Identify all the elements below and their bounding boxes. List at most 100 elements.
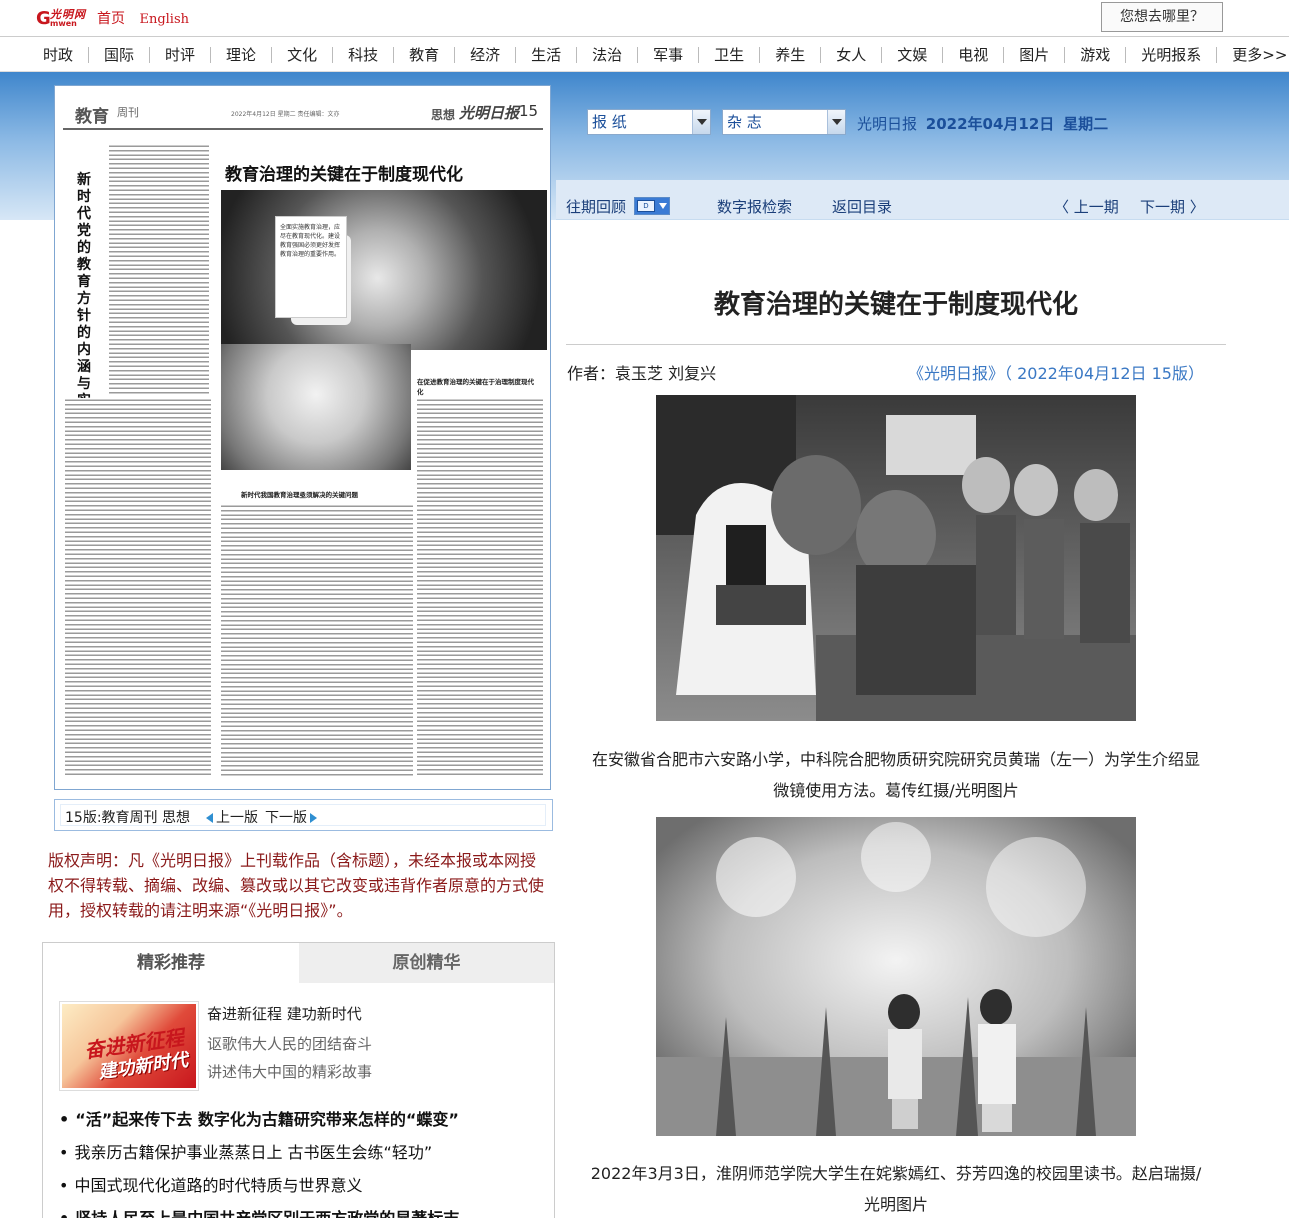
calendar-button[interactable]: D (634, 197, 670, 215)
page-navigator: 15版:教育周刊 思想 上一版 下一版 (54, 799, 553, 831)
page-meta: 2022年4月12日 星期二 责任编辑：文亦 (231, 111, 340, 118)
list-item[interactable]: 坚持人民至上是中国共产党区别于西方政党的显著标志 (59, 1202, 459, 1218)
channel-nav-list: 时政 国际 时评 理论 文化 科技 教育 经济 生活 法治 军事 卫生 养生 女人 文娱 电视 图片 游戏 光明报系… (28, 37, 1289, 73)
back-to-index-link[interactable]: 返回目录 (832, 196, 892, 217)
nav-item[interactable]: 更多>> (1216, 47, 1289, 63)
article-author: 作者：袁玉芝 刘复兴 (567, 364, 717, 383)
nav-item[interactable]: 经济 (454, 47, 515, 63)
calendar-icon: D (637, 200, 655, 212)
feature-thumbnail[interactable]: 奋进新征程 建功新时代 (59, 1001, 199, 1091)
next-issue-link[interactable]: 下一期 〉 (1140, 196, 1205, 217)
photo-microscope (656, 395, 1136, 721)
nav-item[interactable]: 军事 (637, 47, 698, 63)
current-page-label: 15版:教育周刊 思想 (65, 810, 190, 826)
digital-search-link[interactable]: 数字报检索 (717, 196, 792, 217)
nav-item[interactable]: 电视 (942, 47, 1003, 63)
page-weekly: 周刊 (117, 106, 139, 119)
nav-item[interactable]: 科技 (332, 47, 393, 63)
sub-headline-2: 新时代我国教育治理亟须解决的关键问题 (241, 491, 358, 499)
nav-item[interactable]: 生活 (515, 47, 576, 63)
tab-original[interactable]: 原创精华 (299, 943, 554, 983)
prev-page-link[interactable]: 上一版 (203, 807, 258, 827)
issue-date: 2022年04月12日 (925, 115, 1055, 133)
gmw-logo[interactable]: G 光明网 mwen (36, 6, 90, 30)
article-title: 教育治理的关键在于制度现代化 (713, 290, 1078, 320)
home-link[interactable]: 首页 (97, 11, 125, 27)
issue-weekday: 星期二 (1063, 115, 1109, 133)
newspaper-select-value: 报 纸 (592, 113, 627, 131)
nav-item[interactable]: 文娱 (881, 47, 942, 63)
nav-item[interactable]: 法治 (576, 47, 637, 63)
next-page-link[interactable]: 下一版 (265, 807, 320, 827)
prev-issue-label: 上一期 (1073, 198, 1119, 216)
photo-caption-1: 在安徽省合肥市六安路小学，中科院合肥物质研究院研究员黄瑞（左一）为学生介绍显微镜… (591, 750, 1200, 800)
nav-item[interactable]: 教育 (393, 47, 454, 63)
next-issue-label: 下一期 (1140, 198, 1186, 216)
issue-date-info: 光明日报 2022年04月12日 星期二 (857, 113, 1108, 134)
nav-item[interactable]: 国际 (88, 47, 149, 63)
article-source[interactable]: 《光明日报》（ 2022年04月12日 15版） (908, 360, 1204, 384)
prev-page-label: 上一版 (216, 810, 258, 826)
list-item[interactable]: 中国式现代化道路的时代特质与世界意义 (59, 1169, 459, 1202)
page-name: 思想 (431, 108, 456, 122)
recommend-list: “活”起来传下去 数字化为古籍研究带来怎样的“蝶变” 我亲历古籍保护事业蒸蒸日上… (59, 1103, 459, 1218)
magazine-select-value: 杂 志 (727, 113, 762, 131)
nav-item[interactable]: 卫生 (698, 47, 759, 63)
page-number: 15 (519, 102, 539, 120)
tab-featured[interactable]: 精彩推荐 (43, 943, 299, 983)
chevron-down-icon (659, 203, 667, 209)
top-links: 首页 English (97, 8, 199, 28)
nav-item[interactable]: 时政 (28, 47, 88, 63)
feature-subtitle-1[interactable]: 讴歌伟大人民的团结奋斗 (207, 1033, 372, 1054)
sub-headline-1: 在促进教育治理的关键在于治理制度现代化 (417, 378, 534, 396)
newspaper-page-thumbnail[interactable]: 教育 周刊 2022年4月12日 星期二 责任编辑：文亦 思想 光明日报 15 … (54, 85, 551, 790)
feature-subtitle-2[interactable]: 讲述伟大中国的精彩故事 (207, 1061, 372, 1082)
nav-item[interactable]: 养生 (759, 47, 820, 63)
chevron-down-icon (827, 110, 845, 134)
list-item[interactable]: “活”起来传下去 数字化为古籍研究带来怎样的“蝶变” (59, 1103, 459, 1136)
recommend-tabs: 精彩推荐 原创精华 (43, 943, 554, 983)
where-to-go-button[interactable]: 您想去哪里？ (1101, 2, 1223, 32)
photo-microscope-graphic (656, 395, 1136, 721)
list-item[interactable]: 我亲历古籍保护事业蒸蒸日上 古书医生会练“轻功” (59, 1136, 459, 1169)
divider (566, 344, 1226, 345)
chevron-right-icon: 〉 (1185, 198, 1205, 216)
nav-item[interactable]: 文化 (271, 47, 332, 63)
text-column (65, 398, 211, 778)
photo-caption-2: 2022年3月3日，淮阴师范学院大学生在姹紫嫣红、芬芳四逸的校园里读书。赵启瑞摄… (590, 1164, 1202, 1214)
paper-name: 光明日报 (857, 115, 918, 133)
nav-item[interactable]: 理论 (210, 47, 271, 63)
newspaper-select[interactable]: 报 纸 (587, 109, 711, 135)
photo-blossoms-graphic (656, 817, 1136, 1136)
main-headline[interactable]: 教育治理的关键在于制度现代化 (225, 160, 463, 185)
channel-nav: 时政 国际 时评 理论 文化 科技 教育 经济 生活 法治 军事 卫生 养生 女人 文娱 电视 图片 游戏 光明报系… (0, 36, 1289, 72)
past-issues-link[interactable]: 往期回顾 (566, 196, 626, 217)
page-section: 教育 (75, 107, 109, 127)
text-column (417, 398, 543, 778)
thumbnail-photo-microscope (221, 190, 547, 350)
chevron-left-icon: 〈 (1054, 198, 1074, 216)
next-page-label: 下一版 (265, 810, 307, 826)
top-bar: G 光明网 mwen 首页 English 您想去哪里？ (0, 0, 1289, 36)
feature-title-link[interactable]: 奋进新征程 建功新时代 (207, 1003, 362, 1024)
recommend-box: 精彩推荐 原创精华 奋进新征程 建功新时代 奋进新征程 建功新时代 讴歌伟大人民… (42, 942, 555, 1218)
nav-item[interactable]: 女人 (820, 47, 881, 63)
nav-item[interactable]: 游戏 (1064, 47, 1125, 63)
thumbnail-photo-blossoms (221, 344, 411, 470)
arrow-left-icon (206, 813, 213, 823)
nav-item[interactable]: 光明报系 (1125, 47, 1216, 63)
prev-issue-link[interactable]: 〈 上一期 (1054, 196, 1119, 217)
magazine-select[interactable]: 杂 志 (722, 109, 846, 135)
chevron-down-icon (692, 110, 710, 134)
page-header: 教育 周刊 2022年4月12日 星期二 责任编辑：文亦 思想 光明日报 15 (63, 92, 543, 130)
text-column (109, 144, 209, 394)
newspaper-page: 教育 周刊 2022年4月12日 星期二 责任编辑：文亦 思想 光明日报 15 … (63, 92, 547, 784)
left-headline[interactable]: 新时代党的教育方针的内涵与实施 (77, 172, 99, 427)
arrow-right-icon (310, 813, 317, 823)
logo-sub: mwen (50, 19, 77, 28)
pull-quote: 全面实施教育治理，应尽在教育现代化。建设教育强国必须更好发挥教育治理的重要作用。 (275, 216, 347, 318)
nav-item[interactable]: 图片 (1003, 47, 1064, 63)
nav-item[interactable]: 时评 (149, 47, 210, 63)
english-link[interactable]: English (139, 12, 189, 27)
photo-blossoms (656, 817, 1136, 1136)
